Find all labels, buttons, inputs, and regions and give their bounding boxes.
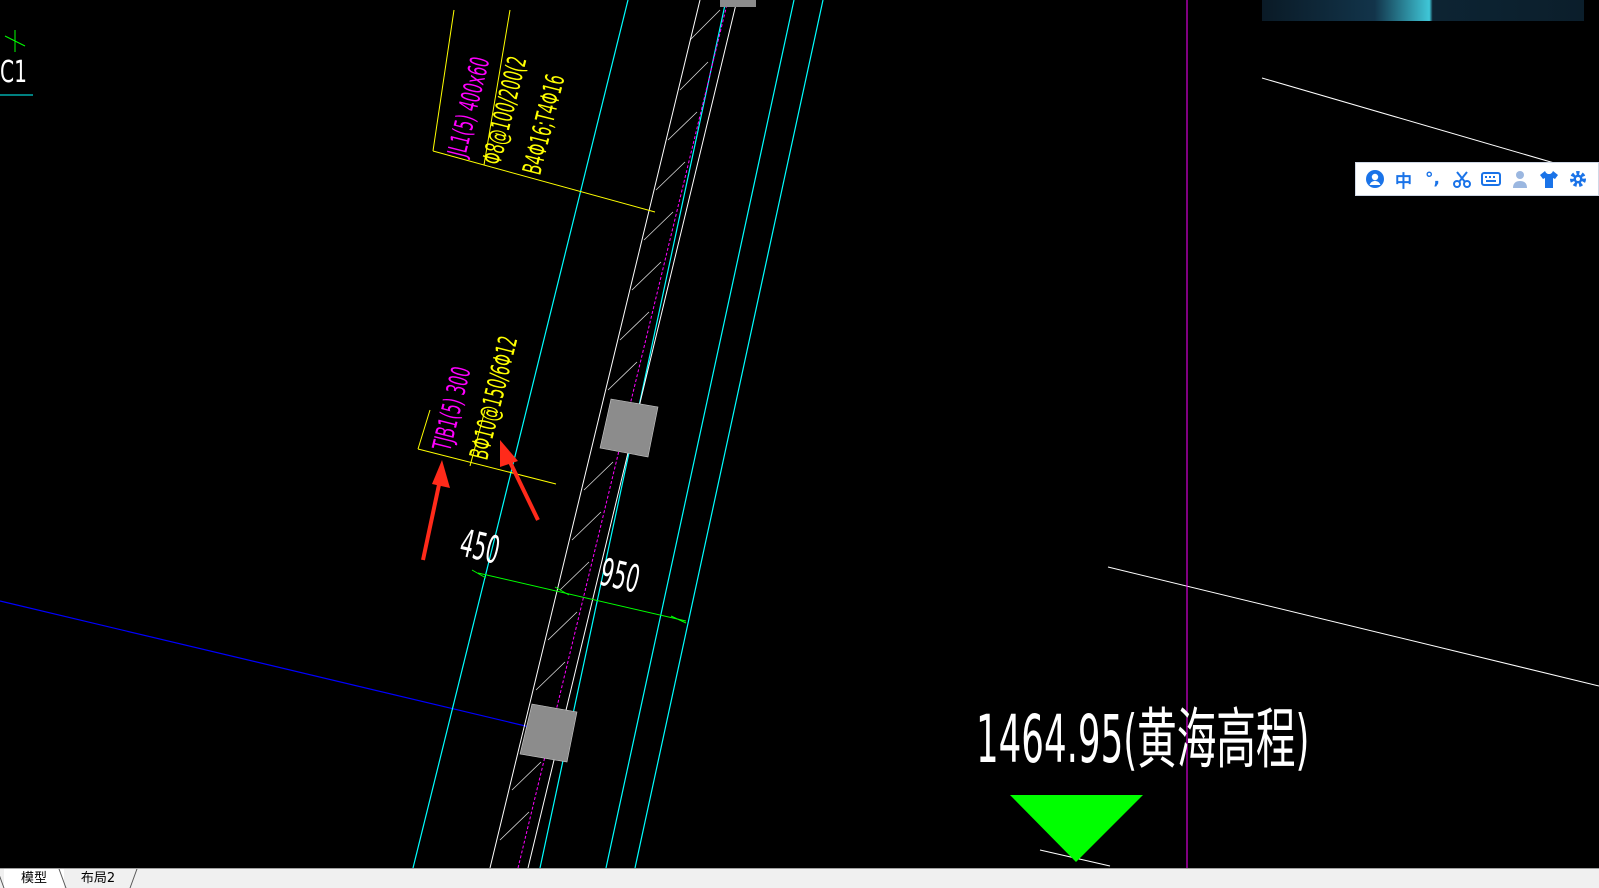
keyboard-icon[interactable] [1478, 167, 1503, 192]
annotation-arrow-right [500, 440, 540, 521]
layout-tab-bar: 模型 布局2 [0, 868, 1599, 888]
cad-drawing-canvas[interactable]: C1 JL1(5) 400x60 Φ8@100/200(2 B4Φ16;T4Φ1… [0, 0, 1599, 868]
dimension-left: 450 [456, 522, 504, 573]
tab-layout2[interactable]: 布局2 [66, 869, 130, 888]
grid-line-blue [0, 600, 556, 734]
chinese-mode-button[interactable]: 中 [1391, 167, 1416, 192]
elevation-label: 1464.95(黄海高程) [976, 700, 1309, 778]
person-icon[interactable] [1507, 167, 1532, 192]
punctuation-button[interactable]: °, [1420, 167, 1445, 192]
gear-icon[interactable] [1565, 167, 1590, 192]
tab-model[interactable]: 模型 [4, 869, 64, 888]
scissors-icon[interactable] [1449, 167, 1474, 192]
strip-label-line2: BΦ10@150/6Φ12 [465, 333, 525, 462]
column-block-top [720, 0, 756, 7]
tshirt-skin-icon[interactable] [1536, 167, 1561, 192]
top-right-preview-image [1262, 0, 1584, 21]
user-avatar-icon[interactable] [1362, 167, 1387, 192]
ime-toolbar: 中 °, [1355, 162, 1599, 196]
column-block-mid [599, 398, 659, 458]
column-block-low [519, 703, 578, 763]
white-line-mid [1107, 566, 1599, 687]
elevation-marker-triangle [1010, 795, 1143, 862]
dimension-right: 950 [596, 551, 644, 602]
annotation-arrow-left [421, 460, 450, 561]
corner-label: C1 [0, 55, 27, 90]
